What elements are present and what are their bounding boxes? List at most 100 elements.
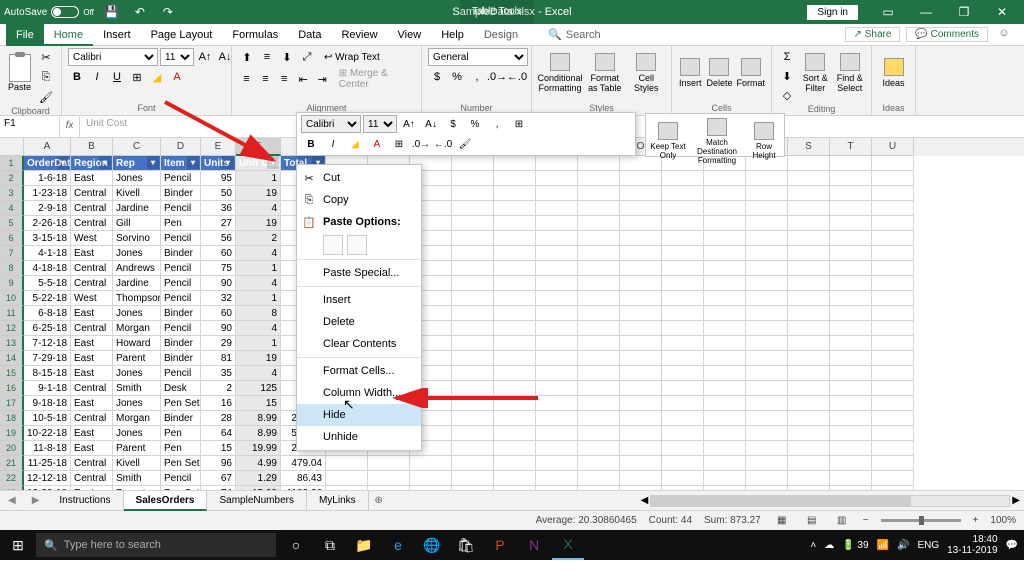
cell[interactable] [746, 366, 788, 381]
wrap-text-button[interactable]: ↩ Wrap Text [324, 52, 380, 63]
fill-icon[interactable]: ⬇ [778, 67, 796, 85]
cell[interactable] [494, 471, 536, 486]
cell[interactable] [746, 396, 788, 411]
percent-icon[interactable]: % [448, 68, 466, 86]
orientation-icon[interactable]: ⤢ [298, 48, 316, 66]
cell[interactable] [368, 471, 410, 486]
menu-clear-contents[interactable]: Clear Contents [297, 333, 421, 355]
cell[interactable] [494, 186, 536, 201]
cell[interactable]: Binder [161, 336, 201, 351]
cell[interactable] [536, 471, 578, 486]
row-header[interactable]: 16 [0, 381, 24, 396]
taskbar-search[interactable]: 🔍 Type here to search [36, 533, 276, 557]
cell[interactable] [746, 276, 788, 291]
cell[interactable] [536, 336, 578, 351]
cell[interactable] [704, 306, 746, 321]
align-center-icon[interactable]: ≡ [257, 70, 274, 88]
paste-option-2[interactable] [347, 235, 367, 255]
cell[interactable] [578, 216, 620, 231]
cell[interactable] [746, 231, 788, 246]
redo-icon[interactable]: ↷ [158, 2, 178, 22]
cell[interactable] [662, 366, 704, 381]
hscroll-right[interactable]: ▶ [1012, 495, 1020, 506]
cell[interactable] [830, 171, 872, 186]
font-color-button[interactable]: A [168, 68, 186, 86]
cell[interactable]: Central [71, 261, 113, 276]
cell[interactable] [536, 381, 578, 396]
cell[interactable]: East [71, 171, 113, 186]
cell[interactable]: 9-1-18 [24, 381, 71, 396]
increase-font-icon[interactable]: A↑ [196, 48, 214, 66]
cell[interactable] [620, 216, 662, 231]
cell[interactable] [830, 291, 872, 306]
cell[interactable] [620, 276, 662, 291]
cell[interactable] [704, 276, 746, 291]
cell[interactable] [662, 381, 704, 396]
cell[interactable]: Gill [113, 216, 161, 231]
cell[interactable] [662, 351, 704, 366]
cell[interactable]: 8-15-18 [24, 366, 71, 381]
cell[interactable] [830, 351, 872, 366]
cell[interactable] [536, 246, 578, 261]
cell[interactable] [494, 336, 536, 351]
sheet-area[interactable]: ABCDEFGHIJKLMNOPQRSTU 123456789101112131… [0, 138, 1024, 490]
column-header-D[interactable]: D [161, 138, 201, 156]
cell[interactable] [746, 201, 788, 216]
cell[interactable]: Pencil [161, 276, 201, 291]
cell[interactable] [410, 486, 452, 490]
cell[interactable]: 60 [201, 246, 236, 261]
cell[interactable] [704, 366, 746, 381]
cell[interactable] [494, 456, 536, 471]
cell[interactable] [872, 426, 914, 441]
cell[interactable] [536, 261, 578, 276]
cell[interactable]: OrderDate [24, 156, 71, 171]
clear-icon[interactable]: ◇ [778, 86, 796, 104]
cell[interactable] [788, 171, 830, 186]
cell[interactable]: 4 [236, 321, 281, 336]
cell[interactable] [494, 171, 536, 186]
cell[interactable] [788, 336, 830, 351]
cell[interactable] [662, 486, 704, 490]
tab-page-layout[interactable]: Page Layout [141, 24, 223, 46]
cell[interactable] [578, 426, 620, 441]
cell[interactable] [578, 441, 620, 456]
font-size-select[interactable]: 11 [160, 48, 194, 66]
menu-format-cells[interactable]: Format Cells... [297, 360, 421, 382]
tray-up-icon[interactable]: ˄ [810, 540, 816, 551]
cell[interactable] [620, 426, 662, 441]
cell[interactable] [326, 456, 368, 471]
row-height-button[interactable]: Row Height [746, 116, 782, 166]
cell[interactable]: Smith [113, 381, 161, 396]
cell[interactable] [788, 396, 830, 411]
mini-currency-icon[interactable]: $ [443, 115, 463, 133]
cell[interactable]: 1 [236, 261, 281, 276]
cell[interactable] [662, 171, 704, 186]
cell[interactable] [704, 201, 746, 216]
sheet-tab-mylinks[interactable]: MyLinks [307, 491, 369, 511]
cell[interactable] [494, 291, 536, 306]
cell[interactable] [452, 216, 494, 231]
cell[interactable] [830, 306, 872, 321]
cell[interactable] [494, 486, 536, 490]
cell[interactable] [494, 321, 536, 336]
cell[interactable]: Unit Cost [236, 156, 281, 171]
align-middle-icon[interactable]: ≡ [258, 48, 276, 66]
cell[interactable] [452, 336, 494, 351]
cell[interactable]: 10-5-18 [24, 411, 71, 426]
cell[interactable]: Pencil [161, 171, 201, 186]
cell[interactable]: 19 [236, 186, 281, 201]
cell[interactable] [578, 156, 620, 171]
cell[interactable] [452, 471, 494, 486]
cell[interactable] [704, 426, 746, 441]
cell[interactable]: 2 [236, 231, 281, 246]
column-header-U[interactable]: U [872, 138, 914, 156]
cell[interactable]: Howard [113, 336, 161, 351]
cell[interactable] [578, 306, 620, 321]
view-normal-icon[interactable]: ▦ [773, 514, 791, 528]
keep-text-only-button[interactable]: Keep Text Only [648, 116, 688, 166]
cell[interactable] [452, 486, 494, 490]
sheet-tab-instructions[interactable]: Instructions [47, 491, 123, 511]
cell[interactable] [578, 471, 620, 486]
cell[interactable] [830, 246, 872, 261]
cell[interactable] [788, 186, 830, 201]
